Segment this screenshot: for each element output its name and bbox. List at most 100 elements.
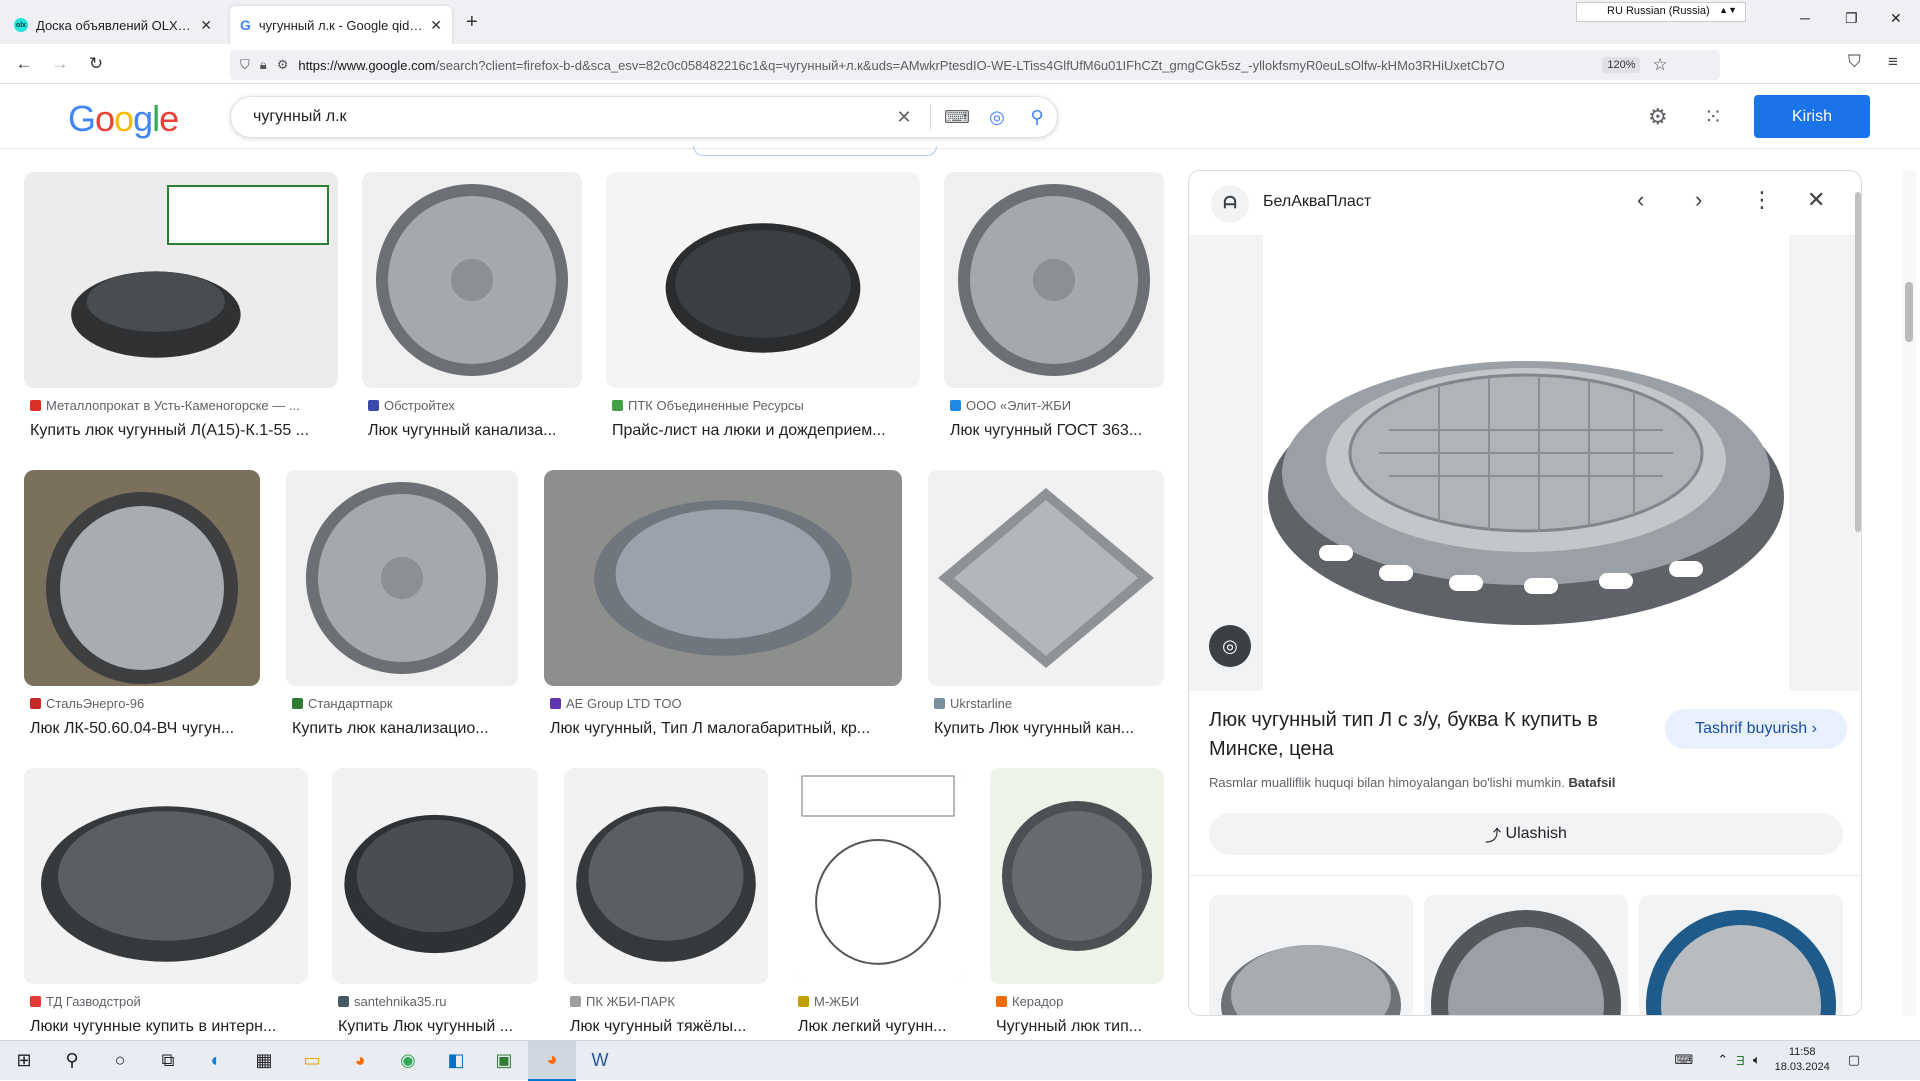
more-vert-icon[interactable]: ⋮ [1751, 187, 1773, 213]
result-thumbnail[interactable] [990, 768, 1164, 984]
keyboard-icon[interactable]: ⌨ [937, 107, 977, 128]
sign-in-button[interactable]: Kirish [1754, 95, 1870, 138]
close-icon[interactable]: ✕ [430, 17, 442, 34]
result-source[interactable]: СтальЭнерго-96 [30, 696, 260, 711]
result-thumbnail[interactable] [286, 470, 518, 686]
chevron-left-icon[interactable]: ‹ [1637, 187, 1644, 213]
result-title[interactable]: Купить Люк чугунный кан... [934, 720, 1164, 738]
related-image[interactable] [1639, 895, 1843, 1015]
keyboard-layout-icon[interactable]: ⌨ [1674, 1052, 1693, 1068]
back-arrow-icon[interactable]: ← [6, 54, 42, 74]
clear-icon[interactable]: ✕ [884, 107, 924, 128]
result-thumbnail[interactable] [606, 172, 920, 388]
zoom-badge[interactable]: 120% [1602, 57, 1641, 73]
related-image[interactable] [1424, 895, 1628, 1015]
preview-image[interactable] [1189, 235, 1861, 691]
search-input[interactable] [253, 108, 884, 126]
search-icon[interactable]: ⚲ [48, 1041, 96, 1081]
result-title[interactable]: Прайс-лист на люки и дождеприем... [612, 422, 920, 440]
tab-olx[interactable]: olx Доска объявлений OLX.uz, ра ✕ [4, 6, 222, 44]
new-tab-plus-icon[interactable]: + [466, 11, 478, 34]
image-result-card[interactable]: Обстройтех Люк чугунный канализа... [362, 172, 582, 462]
notifications-icon[interactable]: ▢ [1848, 1052, 1860, 1068]
lens-search-icon[interactable]: ◎ [1209, 625, 1251, 667]
close-panel-icon[interactable]: ✕ [1807, 187, 1825, 213]
result-thumbnail[interactable] [24, 768, 308, 984]
image-result-card[interactable]: ТД Газводстрой Люки чугунные купить в инт… [24, 768, 308, 1058]
result-title[interactable]: Чугунный люк тип... [996, 1018, 1164, 1036]
result-thumbnail[interactable] [564, 768, 768, 984]
menu-hamburger-icon[interactable]: ≡ [1888, 52, 1898, 72]
calculator-icon[interactable]: ▦ [240, 1041, 288, 1081]
related-image[interactable] [1209, 895, 1413, 1015]
result-source[interactable]: Керадор [996, 994, 1164, 1009]
result-thumbnail[interactable] [24, 172, 338, 388]
permissions-icon[interactable]: ⚙ [277, 57, 289, 73]
result-title[interactable]: Купить люк чугунный Л(А15)-К.1-55 ... [30, 422, 338, 440]
apps-grid-icon[interactable]: ⁙ [1704, 104, 1722, 130]
clock[interactable]: 11:58 18.03.2024 [1775, 1045, 1830, 1075]
image-result-card[interactable]: ПТК Объединенные Ресурсы Прайс-лист на лю… [606, 172, 920, 462]
result-thumbnail[interactable] [792, 768, 964, 984]
result-title[interactable]: Купить люк канализацио... [292, 720, 518, 738]
lock-icon[interactable]: 🔒︎ [260, 57, 267, 73]
shield-icon[interactable]: ⛉ [240, 57, 250, 73]
volume-icon[interactable]: 🔈︎ [1753, 1052, 1761, 1068]
window-close-icon[interactable]: ✕ [1890, 10, 1902, 27]
image-result-card[interactable]: Керадор Чугунный люк тип... [990, 768, 1164, 1058]
result-source[interactable]: Металлопрокат в Усть-Каменогорске — ... [30, 398, 338, 413]
firefox-icon[interactable]: ◕ [336, 1041, 384, 1081]
minimize-icon[interactable]: ─ [1800, 10, 1810, 26]
lens-camera-icon[interactable]: ◎ [977, 107, 1017, 128]
url-text[interactable]: https://www.google.com/search?client=fir… [298, 58, 1588, 73]
result-source[interactable]: ПК ЖБИ-ПАРК [570, 994, 768, 1009]
result-thumbnail[interactable] [928, 470, 1164, 686]
page-scrollbar[interactable] [1902, 170, 1916, 1016]
result-source[interactable]: Ukrstarline [934, 696, 1164, 711]
result-thumbnail[interactable] [544, 470, 902, 686]
word-icon[interactable]: W [576, 1041, 624, 1081]
firefox-active-icon[interactable]: ◕ [528, 1040, 576, 1081]
visit-button[interactable]: Tashrif buyurish › [1665, 709, 1847, 749]
image-result-card[interactable]: Металлопрокат в Усть-Каменогорске — ... К… [24, 172, 338, 462]
tab-google-search[interactable]: G чугунный л.к - Google qidiruvi ✕ [230, 6, 452, 44]
chevron-up-icon[interactable]: ⌃ [1717, 1052, 1728, 1068]
image-result-card[interactable]: М-ЖБИ Люк легкий чугунн... [792, 768, 964, 1058]
result-source[interactable]: ООО «Элит-ЖБИ [950, 398, 1164, 413]
result-source[interactable]: ПТК Объединенные Ресурсы [612, 398, 920, 413]
result-source[interactable]: AE Group LTD TOO [550, 696, 902, 711]
language-indicator[interactable]: RU Russian (Russia) ▲▼ [1576, 2, 1746, 22]
learn-more-link[interactable]: Batafsil [1568, 775, 1615, 790]
result-source[interactable]: Стандартпарк [292, 696, 518, 711]
result-thumbnail[interactable] [332, 768, 538, 984]
result-thumbnail[interactable] [24, 470, 260, 686]
result-title[interactable]: Люк чугунный тяжёлы... [570, 1018, 768, 1036]
windows-start-icon[interactable]: ⊞ [0, 1041, 48, 1081]
settings-gear-icon[interactable]: ⚙ [1648, 104, 1668, 130]
image-result-card[interactable]: ООО «Элит-ЖБИ Люк чугунный ГОСТ 363... [944, 172, 1164, 462]
panel-title[interactable]: Люк чугунный тип Л с з/у, буква К купить… [1209, 706, 1649, 764]
result-title[interactable]: Люк ЛК-50.60.04-ВЧ чугун... [30, 720, 260, 738]
bookmark-star-icon[interactable]: ☆ [1652, 55, 1667, 75]
search-icon[interactable]: ⚲ [1017, 107, 1057, 128]
result-thumbnail[interactable] [362, 172, 582, 388]
edge-icon[interactable]: ◐ [192, 1041, 240, 1081]
close-icon[interactable]: ✕ [200, 17, 212, 34]
result-source[interactable]: М-ЖБИ [798, 994, 964, 1009]
cortana-icon[interactable]: ○ [96, 1041, 144, 1081]
share-button[interactable]: ⤴ Ulashish [1209, 813, 1843, 855]
result-title[interactable]: Люк чугунный, Тип Л малогабаритный, кр..… [550, 720, 902, 738]
result-title[interactable]: Люк чугунный ГОСТ 363... [950, 422, 1164, 440]
chrome-icon[interactable]: ◉ [384, 1041, 432, 1081]
panel-source-name[interactable]: БелАкваПласт [1263, 193, 1371, 211]
restore-icon[interactable]: ❐ [1845, 10, 1858, 27]
pocket-icon[interactable]: ⛉ [1848, 52, 1861, 72]
google-logo[interactable]: Google [68, 98, 179, 140]
reload-icon[interactable]: ↻ [78, 54, 114, 74]
outlook-icon[interactable]: ◧ [432, 1041, 480, 1081]
image-result-card[interactable]: Стандартпарк Купить люк канализацио... [286, 470, 518, 760]
task-view-icon[interactable]: ⧉ [144, 1041, 192, 1081]
file-explorer-icon[interactable]: ▭ [288, 1041, 336, 1081]
chevron-right-icon[interactable]: › [1695, 187, 1702, 213]
app-green-icon[interactable]: ▣ [480, 1041, 528, 1081]
